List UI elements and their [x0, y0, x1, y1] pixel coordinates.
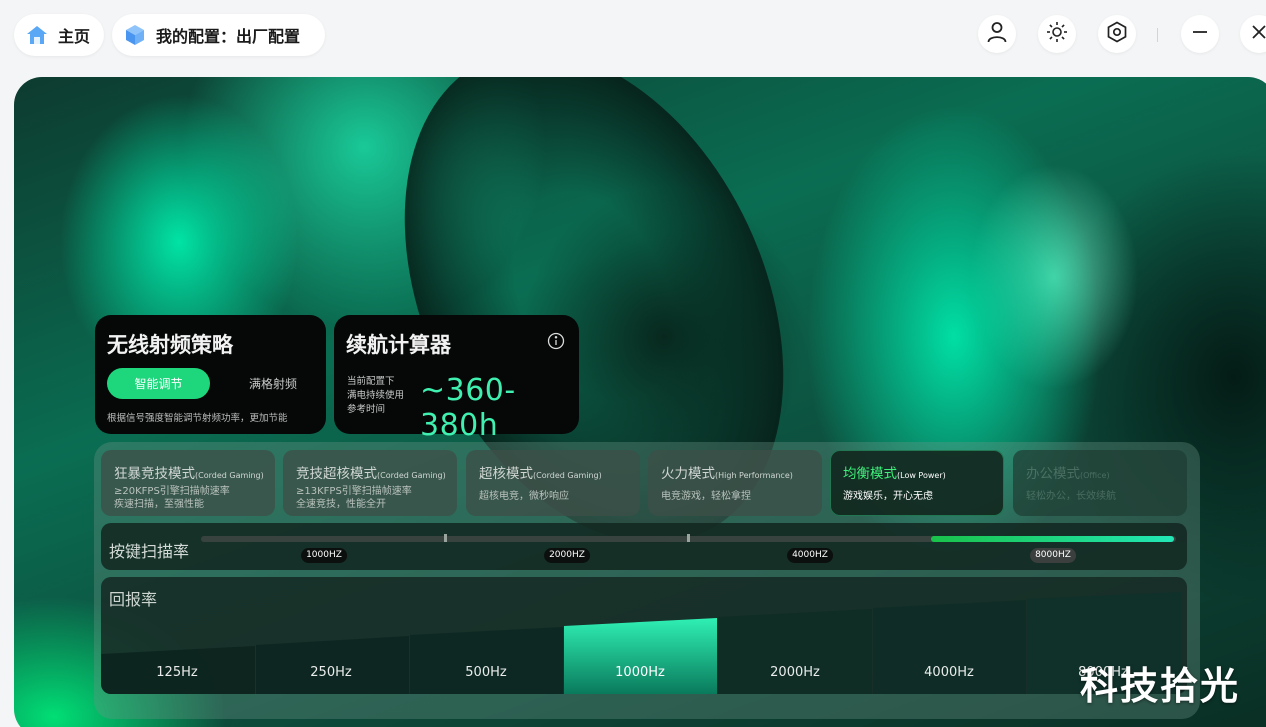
scan-rate-option-4000[interactable]: 4000HZ [787, 548, 833, 563]
cube-icon [124, 24, 146, 46]
mode-card-0[interactable]: 狂暴竞技模式(Corded Gaming) ≥20KFPS引擎扫描帧速率 疾速扫… [101, 450, 275, 516]
report-rate-option-4000[interactable]: 4000Hz [924, 665, 974, 680]
battery-caption: 当前配置下 满电持续使用 参考时间 [347, 375, 404, 417]
battery-card-title: 续航计算器 [346, 333, 451, 357]
info-icon[interactable] [547, 332, 565, 350]
home-button[interactable]: 主页 [14, 14, 104, 56]
mode-description: 疾速扫描，至强性能 [114, 499, 204, 510]
mode-title: 超核模式(Corded Gaming) [479, 466, 602, 482]
brightness-button[interactable] [1038, 15, 1076, 53]
mode-description: 全速竞技，性能全开 [296, 499, 386, 510]
brightness-icon [1045, 20, 1069, 48]
top-bar: 主页 我的配置：出厂配置 [0, 0, 1266, 72]
settings-button[interactable] [1098, 15, 1136, 53]
scan-rate-tick [687, 534, 690, 542]
mode-description: ≥13KFPS引擎扫描帧速率 [296, 486, 412, 497]
battery-hours-value: ~360-380h [420, 373, 516, 443]
settings-icon [1105, 20, 1129, 48]
scan-rate-tick [444, 534, 447, 542]
report-rate-option-500[interactable]: 500Hz [465, 665, 506, 680]
mode-card-2[interactable]: 超核模式(Corded Gaming) 超核电竞，微秒响应 [466, 450, 640, 516]
mode-card-5[interactable]: 办公模式(Office) 轻松办公，长效续航 [1013, 450, 1187, 516]
mode-description: 轻松办公，长效续航 [1026, 491, 1116, 502]
battery-caption-line: 满电持续使用 [347, 390, 405, 401]
key-scan-rate-control: 按键扫描率 1000HZ 2000HZ 4000HZ 8000HZ [101, 523, 1187, 570]
battery-calculator-card: 续航计算器 当前配置下 满电持续使用 参考时间 ~360-380h [334, 315, 579, 443]
mode-card-3[interactable]: 火力模式(High Performance) 电竞游戏，轻松拿捏 [648, 450, 822, 516]
rf-strategy-card: 无线射频策略 智能调节 满格射频 根据信号强度智能调节射频功率，更加节能 [95, 315, 326, 434]
report-rate-control: 回报率 125Hz 250Hz 500Hz 1000Hz 2000Hz 4000… [101, 577, 1187, 694]
report-rate-option-1000[interactable]: 1000Hz [615, 665, 665, 680]
rf-smart-option[interactable]: 智能调节 [107, 368, 210, 399]
mode-title: 办公模式(Office) [1026, 466, 1110, 482]
mode-title: 均衡模式(Low Power) [843, 466, 946, 482]
mode-description: 游戏娱乐，开心无虑 [843, 491, 933, 502]
config-label: 我的配置：出厂配置 [156, 27, 301, 46]
user-icon [985, 20, 1009, 48]
scan-rate-option-8000[interactable]: 8000HZ [1030, 548, 1076, 563]
mode-description: ≥20KFPS引擎扫描帧速率 [114, 486, 230, 497]
minimize-button[interactable] [1181, 15, 1219, 53]
scan-rate-title: 按键扫描率 [109, 542, 190, 561]
home-label: 主页 [58, 27, 91, 46]
mode-description: 电竞游戏，轻松拿捏 [661, 491, 751, 502]
user-button[interactable] [978, 15, 1016, 53]
battery-caption-line: 当前配置下 [347, 376, 395, 387]
rf-description: 根据信号强度智能调节射频功率，更加节能 [107, 413, 288, 424]
rf-full-option[interactable]: 满格射频 [228, 368, 318, 399]
close-button[interactable] [1240, 15, 1266, 53]
mode-title: 竞技超核模式(Corded Gaming) [296, 466, 446, 482]
report-rate-option-2000[interactable]: 2000Hz [770, 665, 820, 680]
close-icon [1249, 22, 1266, 46]
home-icon [26, 24, 48, 46]
watermark: 科技拾光 [1080, 664, 1241, 708]
minimize-icon [1190, 22, 1210, 46]
rf-card-title: 无线射频策略 [107, 333, 233, 357]
scan-rate-option-2000[interactable]: 2000HZ [544, 548, 590, 563]
report-rate-option-250[interactable]: 250Hz [310, 665, 351, 680]
mode-selector: 狂暴竞技模式(Corded Gaming) ≥20KFPS引擎扫描帧速率 疾速扫… [101, 450, 1187, 516]
mode-title: 火力模式(High Performance) [661, 466, 793, 482]
report-rate-option-125[interactable]: 125Hz [156, 665, 197, 680]
mode-card-1[interactable]: 竞技超核模式(Corded Gaming) ≥13KFPS引擎扫描帧速率 全速竞… [283, 450, 457, 516]
config-selector[interactable]: 我的配置：出厂配置 [112, 14, 325, 56]
mode-title: 狂暴竞技模式(Corded Gaming) [114, 466, 264, 482]
scan-rate-fill [931, 536, 1174, 542]
mode-description: 超核电竞，微秒响应 [479, 491, 569, 502]
divider [1157, 28, 1158, 42]
scan-rate-option-1000[interactable]: 1000HZ [301, 548, 347, 563]
report-rate-title: 回报率 [109, 590, 158, 609]
mode-card-4[interactable]: 均衡模式(Low Power) 游戏娱乐，开心无虑 [830, 450, 1004, 516]
battery-caption-line: 参考时间 [347, 404, 386, 415]
